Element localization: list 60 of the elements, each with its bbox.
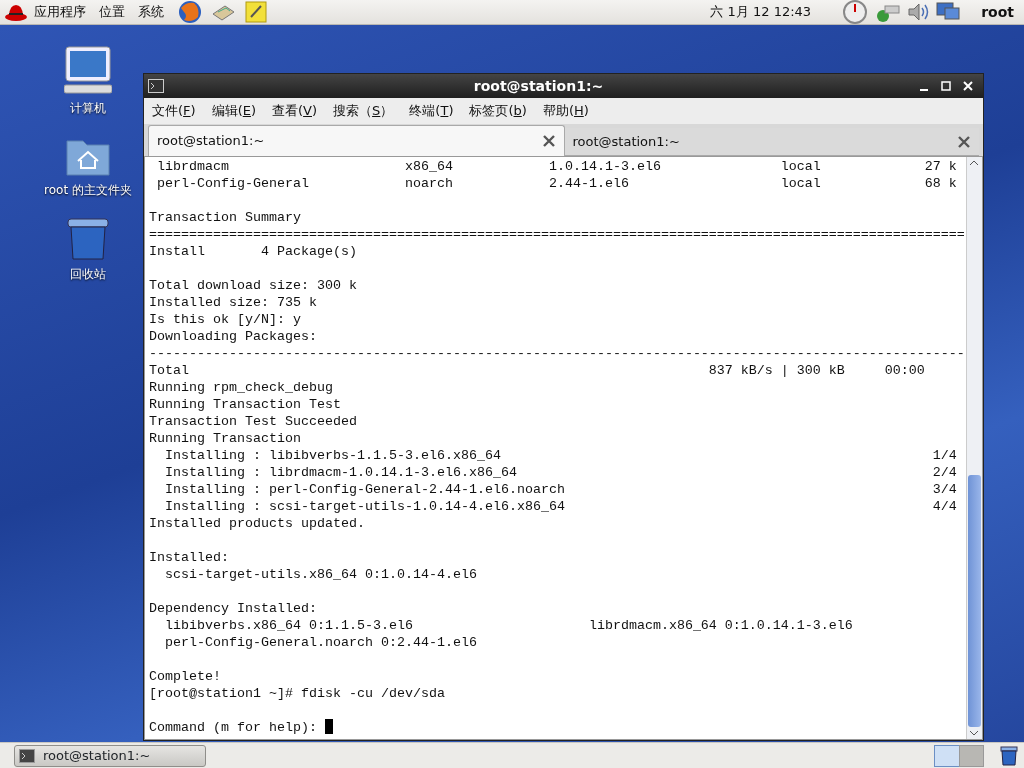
menu-item[interactable]: 文件(F) [152,101,196,121]
user-name[interactable]: root [981,1,1014,23]
icon-label[interactable]: 回收站 [70,265,106,283]
panel-menu[interactable]: 系统 [138,2,164,22]
terminal-line: Total 837 kB/s | 300 kB 00:00 [149,362,926,379]
terminal-line: Installing : perl-Config-General-2.44-1.el6.noarch 3/4 [164,481,958,498]
browser-globe-icon[interactable] [178,0,202,24]
terminal-line: librdmacm x86_64 1.0.14.1-3.el6 local 27 k [156,158,958,175]
menu-item[interactable]: 编辑(E) [211,101,256,121]
close-icon[interactable] [961,79,975,93]
terminal-line: ====================================================================================================== [149,226,966,243]
terminal-line: Installed: [149,549,230,566]
terminal-tab[interactable]: root@station1:~ [148,125,565,156]
icon-label[interactable]: root 的主文件夹 [44,181,132,199]
terminal-line: libibverbs.x86_64 0:1.1.5-3.el6 librdmacm.x86_64 0:1.0.14.1-3.el6 [164,617,854,634]
menu-item[interactable]: 帮助(H) [542,101,589,121]
terminal-line: Install 4 Package(s) [149,243,358,260]
scrollbar[interactable] [966,157,982,739]
terminal-line: Total download size: 300 k [149,277,358,294]
terminal-line: Installing : scsi-target-utils-1.0.14-4.el6.x86_64 4/4 [164,498,958,515]
terminal-line: perl-Config-General noarch 2.44-1.el6 local 68 k [156,175,958,192]
menu-item[interactable]: 查看(V) [272,101,318,121]
applications-menu[interactable]: 应用程序 [34,2,86,22]
terminal-line: Running Transaction Test [149,396,342,413]
terminal-line: Transaction Test Succeeded [149,413,358,430]
terminal-line: Transaction Summary [149,209,302,226]
terminal-line: perl-Config-General.noarch 0:2.44-1.el6 [164,634,478,651]
terminal-line: [root@station1 ~]# fdisk -cu /dev/sda [149,685,446,702]
terminal-line: Running Transaction [149,430,302,447]
terminal-line: ------------------------------------------------------------------------------------------------------ [149,345,966,362]
terminal-line: Is this ok [y/N]: y [149,311,302,328]
workspace-switcher-icon[interactable] [934,744,984,767]
maximize-icon[interactable] [939,79,953,93]
menu-item[interactable]: 终端(T) [409,101,454,121]
terminal-line: Installed products updated. [149,515,366,532]
terminal-line: scsi-target-utils.x86_64 0:1.0.14-4.el6 [164,566,478,583]
note-pencil-icon[interactable] [244,0,268,24]
terminal-line: Dependency Installed: [149,600,318,617]
terminal-line: Downloading Packages: [149,328,318,345]
trash-icon [66,217,110,261]
hat-logo-icon[interactable] [4,2,28,22]
terminal-line: Installed size: 735 k [149,294,318,311]
window-title: root@station1:~ [472,76,605,96]
trash-icon[interactable] [1000,745,1018,766]
terminal-line: Running rpm_check_debug [149,379,334,396]
terminal-line: Complete! [149,668,222,685]
terminal-line: Command (m for help): [149,719,318,736]
panel-menu[interactable]: 位置 [99,2,125,22]
computer-icon [64,45,112,95]
menu-item[interactable]: 标签页(b) [469,101,527,121]
terminal-icon [148,79,164,93]
taskbar-button[interactable]: root@station1:~ [14,744,206,767]
terminal-line: Installing : libibverbs-1.1.5-3.el6.x86_64 1/4 [164,447,958,464]
terminal-icon [19,748,35,763]
menu-item[interactable]: 搜索（S） [333,101,394,121]
icon-label[interactable]: 计算机 [70,99,106,117]
close-icon[interactable] [541,134,556,148]
scrollbar-thumb[interactable] [968,475,981,727]
panel-clock[interactable]: 六 1月 12 12:43 [710,2,812,22]
terminal-line: Installing : librdmacm-1.0.14.1-3.el6.x86_64 2/4 [164,464,958,481]
